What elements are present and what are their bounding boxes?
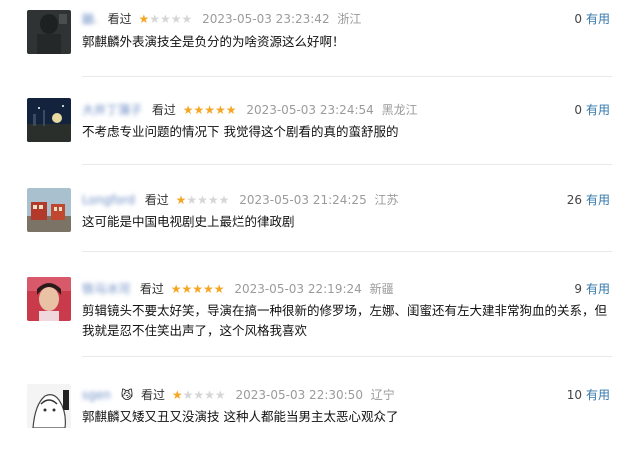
review-time: 2023-05-03 23:23:42 (202, 12, 330, 26)
divider (82, 76, 612, 77)
useful-button[interactable]: 有用 (586, 193, 610, 207)
divider (82, 251, 612, 252)
useful-count: 10 (566, 388, 582, 402)
divider (82, 356, 612, 357)
review-list: 鼬. 看过 ★★★★★ 2023-05-03 23:23:42 浙江 0 有用 郭… (0, 0, 640, 454)
review-content: 郭麒麟外表演技全是负分的为啥资源这么好啊！ (82, 34, 345, 49)
avatar[interactable] (27, 277, 71, 321)
review-content: 剪辑镜头不要太好笑，导演在搞一种很新的修罗场，左娜、闺蜜还有左大建非常狗血的关系… (82, 303, 608, 338)
username-link[interactable]: 大井丁蒲子 (82, 100, 142, 120)
vote-area: 9 有用 (574, 279, 610, 299)
review-time: 2023-05-03 23:24:54 (246, 103, 374, 117)
useful-button[interactable]: 有用 (586, 388, 610, 402)
useful-button[interactable]: 有用 (586, 12, 610, 26)
review-content: 不考虑专业问题的情况下 我觉得这个剧看的真的蛮舒服的 (82, 124, 399, 139)
rating-stars: ★★★★★ (170, 282, 225, 296)
vote-area: 10 有用 (567, 385, 610, 405)
rating-stars: ★★★★★ (182, 103, 237, 117)
review-location: 辽宁 (370, 388, 395, 402)
review-location: 浙江 (337, 12, 362, 26)
watched-label: 看过 (139, 282, 164, 296)
username-link[interactable]: Longford (82, 190, 135, 210)
divider (82, 164, 612, 165)
useful-count: 0 (574, 103, 582, 117)
rating-stars: ★★★★★ (171, 388, 226, 402)
vote-area: 26 有用 (567, 190, 610, 210)
review-location: 黑龙江 (381, 103, 418, 117)
review-location: 江苏 (374, 193, 399, 207)
useful-count: 9 (574, 282, 582, 296)
avatar[interactable] (27, 98, 71, 142)
review-header: 大井丁蒲子 看过 ★★★★★ 2023-05-03 23:24:54 黑龙江 (82, 100, 418, 120)
useful-count: 26 (566, 193, 582, 207)
review-header: Longford 看过 ★★★★★ 2023-05-03 21:24:25 江苏 (82, 190, 399, 210)
rating-stars: ★★★★★ (138, 12, 193, 26)
review-content: 这可能是中国电视剧史上最烂的律政剧 (82, 214, 295, 229)
avatar[interactable] (27, 10, 71, 54)
avatar[interactable] (27, 188, 71, 232)
review-header: sgen 😼 看过 ★★★★★ 2023-05-03 22:30:50 辽宁 (82, 385, 395, 405)
vote-area: 0 有用 (574, 100, 610, 120)
watched-label: 看过 (151, 103, 176, 117)
review-time: 2023-05-03 22:19:24 (234, 282, 362, 296)
review-content: 郭麒麟又矮又丑又没演技 这种人都能当男主太恶心观众了 (82, 409, 399, 424)
vote-area: 0 有用 (574, 9, 610, 29)
useful-count: 0 (574, 12, 582, 26)
review-header: 鼬. 看过 ★★★★★ 2023-05-03 23:23:42 浙江 (82, 9, 361, 29)
review-time: 2023-05-03 22:30:50 (235, 388, 363, 402)
username-link[interactable]: sgen (82, 385, 111, 405)
useful-button[interactable]: 有用 (586, 282, 610, 296)
useful-button[interactable]: 有用 (586, 103, 610, 117)
review-location: 新疆 (369, 282, 394, 296)
watched-label: 看过 (107, 12, 132, 26)
username-link[interactable]: 铁马冰河 (82, 279, 130, 299)
rating-stars: ★★★★★ (175, 193, 230, 207)
avatar[interactable] (27, 384, 71, 428)
cat-face-badge-icon: 😼 (120, 388, 134, 402)
review-header: 铁马冰河 看过 ★★★★★ 2023-05-03 22:19:24 新疆 (82, 279, 394, 299)
watched-label: 看过 (144, 193, 169, 207)
watched-label: 看过 (141, 388, 166, 402)
review-time: 2023-05-03 21:24:25 (239, 193, 367, 207)
username-link[interactable]: 鼬. (82, 9, 98, 29)
